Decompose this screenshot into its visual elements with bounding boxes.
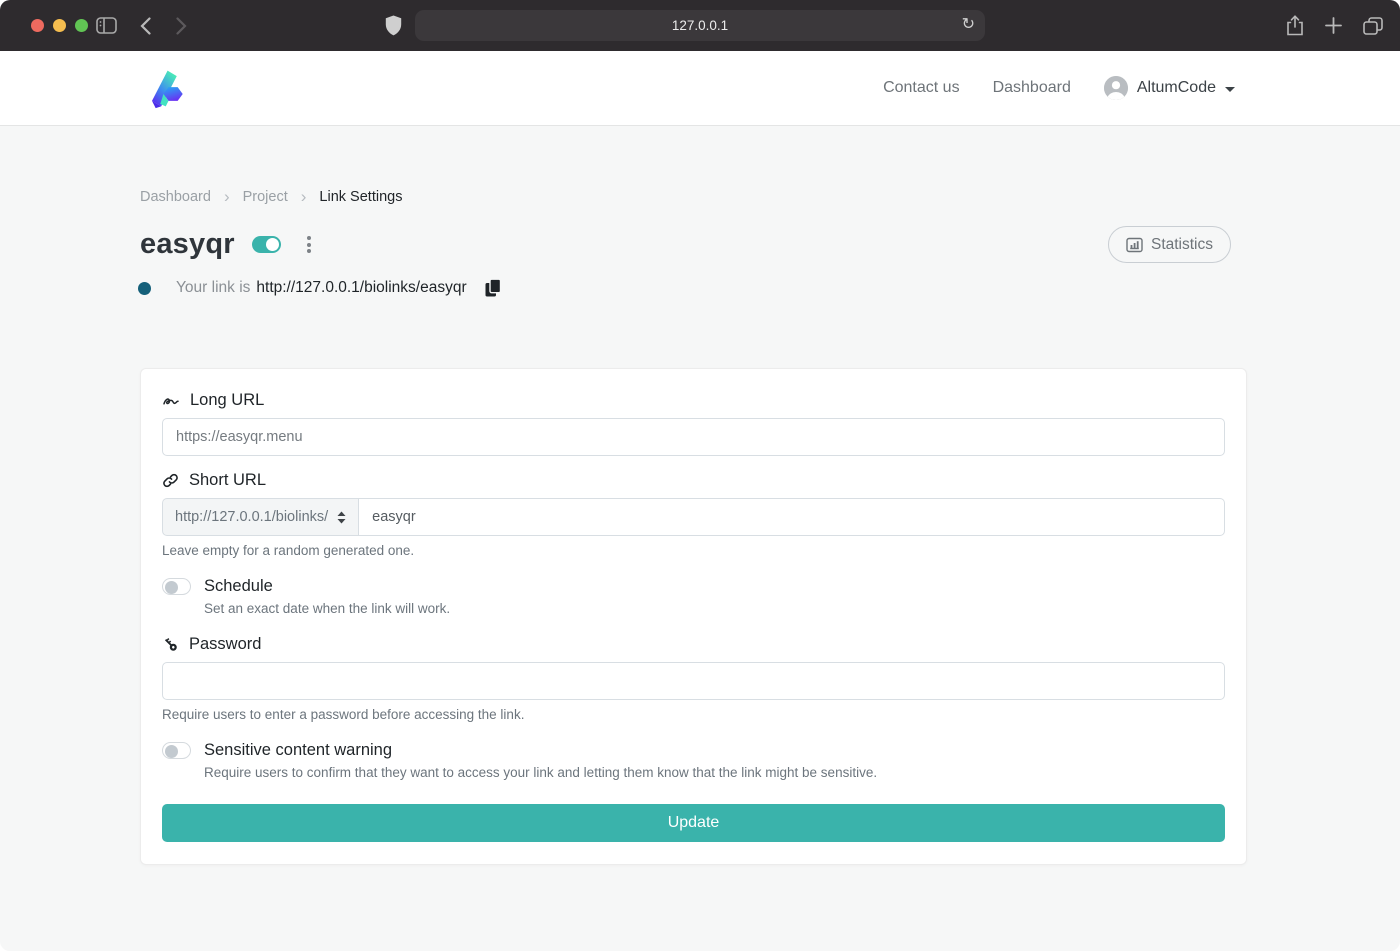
sensitive-content-toggle[interactable] [162, 742, 191, 759]
update-button[interactable]: Update [162, 804, 1225, 842]
privacy-shield-icon[interactable] [385, 0, 402, 51]
back-button[interactable] [140, 0, 151, 51]
address-bar-url: 127.0.0.1 [672, 18, 728, 33]
zoom-window-button[interactable] [75, 19, 88, 32]
link-settings-card: Long URL Short URL [140, 368, 1247, 865]
status-dot [138, 282, 151, 295]
app-header: Contact us Dashboard AltumCode [0, 51, 1400, 125]
copy-icon[interactable] [484, 278, 502, 298]
main-content: Dashboard › Project › Link Settings easy… [0, 125, 1400, 951]
schedule-label: Schedule [204, 577, 273, 596]
short-url-label: Short URL [162, 471, 1225, 490]
long-url-input[interactable] [162, 418, 1225, 456]
forward-button[interactable] [176, 0, 187, 51]
sensitive-content-helper: Require users to confirm that they want … [204, 765, 1225, 780]
chevron-down-icon [1225, 87, 1235, 92]
browser-chrome: 127.0.0.1 ↻ [0, 0, 1400, 51]
schedule-toggle[interactable] [162, 578, 191, 595]
share-icon[interactable] [1286, 15, 1304, 36]
short-link-url[interactable]: http://127.0.0.1/biolinks/easyqr [256, 279, 466, 297]
sensitive-content-label: Sensitive content warning [204, 741, 392, 760]
short-url-helper: Leave empty for a random generated one. [162, 543, 1225, 558]
short-url-domain-select[interactable]: http://127.0.0.1/biolinks/ [162, 498, 359, 536]
nav-dashboard[interactable]: Dashboard [993, 79, 1071, 97]
page-title: easyqr [140, 228, 235, 261]
avatar [1104, 76, 1128, 100]
more-options-menu-icon[interactable] [304, 233, 314, 256]
bar-chart-icon [1126, 237, 1143, 253]
select-arrows-icon [337, 511, 346, 524]
account-name: AltumCode [1137, 79, 1216, 97]
minimize-window-button[interactable] [53, 19, 66, 32]
link-icon [162, 472, 179, 489]
breadcrumb-link-settings: Link Settings [319, 189, 402, 205]
link-enabled-toggle[interactable] [252, 236, 281, 253]
header-nav: Contact us Dashboard AltumCode [883, 76, 1235, 100]
breadcrumb: Dashboard › Project › Link Settings [140, 125, 1231, 205]
new-tab-icon[interactable] [1325, 17, 1342, 34]
breadcrumb-divider-icon: › [224, 190, 230, 204]
short-url-input[interactable] [359, 498, 1225, 536]
nav-contact-us[interactable]: Contact us [883, 79, 959, 97]
password-helper: Require users to enter a password before… [162, 707, 1225, 722]
window-controls [31, 19, 88, 32]
address-bar[interactable]: 127.0.0.1 ↻ [415, 10, 985, 41]
squiggle-icon [162, 393, 180, 409]
password-label: Password [162, 635, 1225, 654]
schedule-helper: Set an exact date when the link will wor… [204, 601, 1225, 616]
sidebar-toggle-icon[interactable] [96, 0, 117, 51]
statistics-button-label: Statistics [1151, 236, 1213, 254]
password-input[interactable] [162, 662, 1225, 700]
your-link-label: Your link is [176, 279, 250, 297]
key-icon [162, 636, 179, 653]
tab-overview-icon[interactable] [1363, 17, 1383, 35]
breadcrumb-divider-icon: › [301, 190, 307, 204]
brand-logo[interactable] [140, 66, 186, 110]
breadcrumb-dashboard[interactable]: Dashboard [140, 189, 211, 205]
close-window-button[interactable] [31, 19, 44, 32]
account-menu[interactable]: AltumCode [1104, 76, 1235, 100]
browser-window: 127.0.0.1 ↻ [0, 0, 1400, 951]
statistics-button[interactable]: Statistics [1108, 226, 1231, 263]
breadcrumb-project[interactable]: Project [243, 189, 288, 205]
reload-icon[interactable]: ↻ [962, 14, 975, 36]
long-url-label: Long URL [162, 391, 1225, 410]
